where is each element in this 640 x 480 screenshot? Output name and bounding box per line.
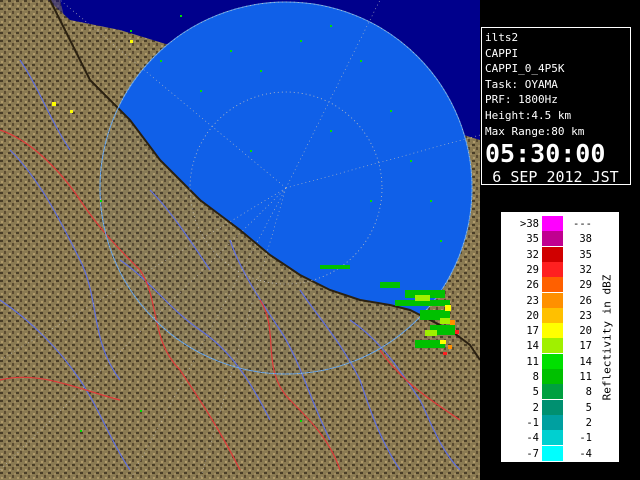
legend-high-value: 35 (579, 248, 592, 261)
legend-high-value: 5 (585, 401, 592, 414)
legend-low-value: 11 (526, 355, 539, 368)
legend-low-value: -7 (526, 447, 539, 460)
legend-low-value: >38 (520, 218, 539, 230)
legend-color-swatch (542, 384, 563, 400)
legend-high-value: 17 (579, 340, 592, 353)
legend-low-value: 17 (526, 325, 539, 338)
observation-time: 05:30:00 (485, 139, 606, 169)
legend-high-value: 29 (579, 279, 592, 292)
legend-color-swatch (542, 445, 563, 461)
legend-high-value: 32 (579, 263, 592, 276)
task-label: Task: OYAMA (485, 77, 558, 91)
legend-low-value: 14 (526, 340, 539, 353)
legend-color-swatch (542, 323, 563, 339)
legend-color-swatch (542, 261, 563, 277)
legend-high-value: 2 (585, 416, 592, 429)
legend-low-value: 29 (526, 263, 539, 276)
legend-low-value: -4 (526, 432, 539, 445)
legend-high-value: 14 (579, 355, 592, 368)
legend-high-value: --- (573, 218, 592, 230)
observation-date: 6 SEP 2012 JST (492, 168, 619, 187)
legend-high-value: 11 (579, 371, 592, 383)
legend-low-value: 26 (526, 279, 539, 292)
legend-color-swatch (542, 399, 563, 415)
product-id: CAPPI_0_4P5K (485, 62, 565, 76)
height-label: Height:4.5 km (485, 108, 572, 122)
legend-color-swatch (542, 369, 563, 384)
legend-color-swatch (542, 430, 563, 446)
legend-low-value: 5 (532, 386, 539, 399)
station-name: ilts2 (485, 31, 519, 44)
reflectivity-legend: >38 --- 35 38 32 35 29 32 26 29 23 26 20 23 17 20 14 17 11… (501, 212, 619, 462)
legend-color-swatch (542, 353, 563, 369)
product-name: CAPPI (485, 46, 519, 60)
legend-high-value: -1 (579, 432, 592, 445)
legend-color-swatch (542, 307, 563, 323)
legend-color-swatch (542, 231, 563, 247)
legend-low-value: -1 (526, 416, 539, 429)
legend-color-swatch (542, 292, 563, 308)
legend-low-value: 32 (526, 248, 539, 261)
radar-map[interactable] (0, 0, 480, 480)
legend-high-value: 8 (585, 386, 592, 399)
legend-low-value: 23 (526, 294, 539, 307)
legend-high-value: -4 (579, 447, 592, 460)
legend-low-value: 8 (532, 371, 539, 383)
legend-title-box: Reflectivity in dBZ (596, 213, 618, 461)
prf-label: PRF: 1800Hz (485, 93, 558, 107)
legend-low-value: 20 (526, 309, 539, 322)
legend-color-swatch (542, 338, 563, 354)
legend-high-value: 26 (579, 294, 592, 307)
legend-high-value: 23 (579, 309, 592, 322)
legend-low-value: 2 (532, 401, 539, 414)
legend-high-value: 38 (579, 233, 592, 246)
legend-color-swatch (542, 246, 563, 262)
max-range-label: Max Range:80 km (485, 124, 585, 138)
legend-color-swatch (542, 414, 563, 430)
legend-color-swatch (542, 277, 563, 293)
legend-low-value: 35 (526, 233, 539, 246)
legend-title: Reflectivity in dBZ (600, 274, 614, 400)
info-panel: ilts2 CAPPI CAPPI_0_4P5K Task: OYAMA PRF… (481, 27, 631, 187)
legend-high-value: 20 (579, 325, 592, 338)
legend-color-swatch (542, 216, 563, 231)
